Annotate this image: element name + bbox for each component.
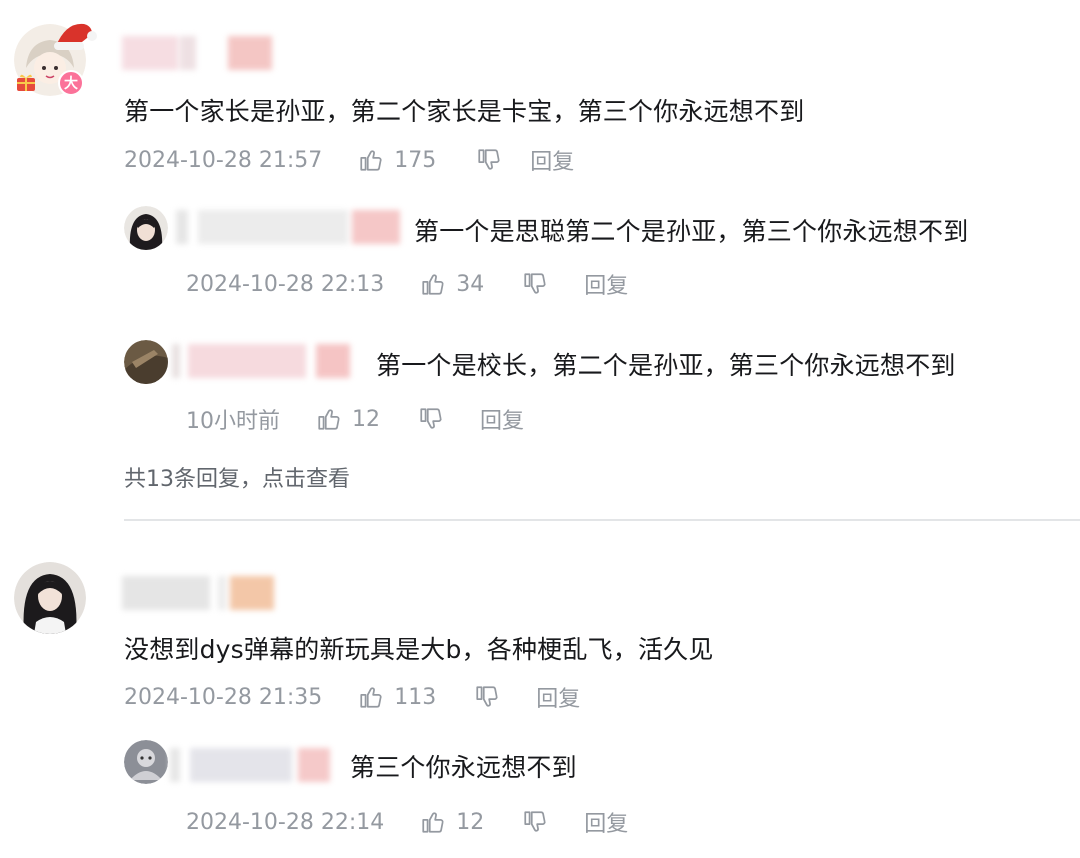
avatar[interactable] (14, 562, 86, 634)
thumbs-down-icon (478, 149, 500, 170)
comment-time: 2024-10-28 21:35 (124, 684, 323, 710)
like-button[interactable]: 113 (358, 684, 436, 710)
reply-time: 2024-10-28 22:14 (186, 809, 385, 835)
username-redacted[interactable] (122, 576, 282, 610)
like-button[interactable]: 12 (316, 406, 380, 432)
like-button[interactable]: 12 (420, 809, 484, 835)
level-badge: 大 (58, 70, 84, 96)
avatar-gray-icon (124, 740, 168, 784)
santa-hat-icon (52, 20, 98, 54)
avatar[interactable] (124, 340, 168, 384)
reply-meta: 2024-10-28 22:13 34 回复 (186, 268, 628, 300)
avatar-girl-photo-icon (14, 562, 86, 634)
like-button[interactable]: 34 (420, 271, 484, 297)
username-redacted[interactable] (176, 210, 404, 244)
thumbs-down-icon (420, 408, 442, 429)
comment-meta: 2024-10-28 21:35 113 回复 (124, 681, 580, 713)
gift-icon (16, 72, 36, 92)
level-badge-label: 大 (64, 76, 78, 92)
comment-text: 没想到dys弹幕的新玩具是大b，各种梗乱飞，活久见 (124, 635, 714, 664)
reply-button[interactable]: 回复 (584, 268, 628, 300)
dislike-button[interactable] (522, 809, 548, 835)
like-count: 12 (352, 406, 380, 432)
avatar-brown-icon (124, 340, 168, 384)
dislike-button[interactable] (418, 406, 444, 432)
view-more-replies-link[interactable]: 共13条回复，点击查看 (124, 461, 350, 493)
thumbs-up-icon (318, 409, 340, 430)
avatar[interactable] (124, 206, 168, 250)
comment-time: 2024-10-28 21:57 (124, 147, 323, 173)
comment-meta: 2024-10-28 21:57 175 回复 (124, 144, 574, 176)
reply-button[interactable]: 回复 (584, 806, 628, 838)
dislike-button[interactable] (474, 684, 500, 710)
reply-text: 第一个是校长，第二个是孙亚，第三个你永远想不到 (376, 351, 956, 380)
username-redacted[interactable] (170, 748, 334, 782)
reply-time: 2024-10-28 22:13 (186, 271, 385, 297)
like-count: 175 (394, 147, 437, 173)
like-button[interactable]: 175 (358, 147, 436, 173)
reply-meta: 10小时前 12 回复 (186, 403, 524, 435)
username-redacted[interactable] (172, 344, 356, 378)
thumbs-up-icon (360, 150, 382, 171)
thumbs-down-icon (524, 273, 546, 294)
thumbs-down-icon (524, 811, 546, 832)
dislike-button[interactable] (522, 271, 548, 297)
dislike-button[interactable] (476, 147, 502, 173)
thumbs-up-icon (360, 687, 382, 708)
username-redacted[interactable] (122, 36, 282, 70)
comment-divider (124, 519, 1080, 521)
reply-meta: 2024-10-28 22:14 12 回复 (186, 806, 628, 838)
reply-button[interactable]: 回复 (530, 144, 574, 176)
reply-text: 第三个你永远想不到 (350, 753, 577, 782)
thumbs-up-icon (422, 274, 444, 295)
like-count: 12 (456, 809, 485, 835)
avatar[interactable] (124, 740, 168, 784)
comment-text: 第一个家长是孙亚，第二个家长是卡宝，第三个你永远想不到 (124, 97, 805, 126)
thumbs-down-icon (476, 686, 498, 707)
reply-time: 10小时前 (186, 409, 280, 434)
reply-button[interactable]: 回复 (480, 403, 524, 435)
reply-text: 第一个是思聪第二个是孙亚，第三个你永远想不到 (414, 217, 969, 246)
avatar-dark-hair-icon (124, 206, 168, 250)
like-count: 34 (456, 271, 485, 297)
like-count: 113 (394, 684, 437, 710)
reply-button[interactable]: 回复 (536, 681, 580, 713)
thumbs-up-icon (422, 812, 444, 833)
